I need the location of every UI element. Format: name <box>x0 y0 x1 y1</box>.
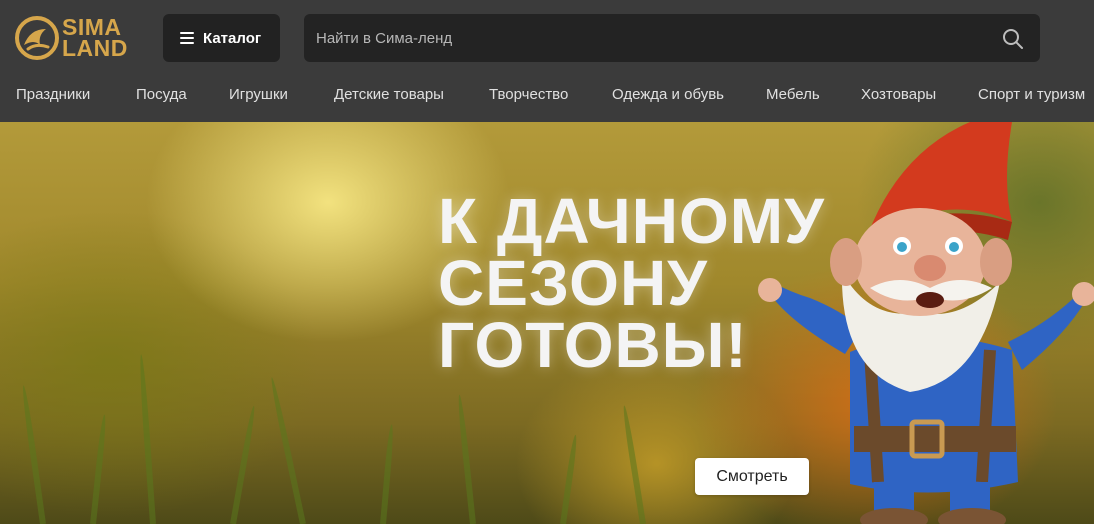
nav-item-tableware[interactable]: Посуда <box>136 86 187 103</box>
nav-item-holidays[interactable]: Праздники <box>16 86 90 103</box>
search-bar <box>304 14 1040 62</box>
logo-line-2: LAND <box>62 35 128 61</box>
search-input[interactable] <box>304 14 984 62</box>
search-icon[interactable] <box>1002 28 1024 50</box>
catalog-button[interactable]: Каталог <box>163 14 280 62</box>
nav-item-kids[interactable]: Детские товары <box>334 86 444 103</box>
site-header: SIMA LAND Каталог Праздники Посуда Игруш… <box>0 0 1094 122</box>
nav-item-sport[interactable]: Спорт и туризм <box>978 86 1085 103</box>
nav-item-toys[interactable]: Игрушки <box>229 86 288 103</box>
category-nav: Праздники Посуда Игрушки Детские товары … <box>0 80 1094 110</box>
sima-land-logo[interactable]: SIMA LAND <box>14 13 134 63</box>
logo-swirl-icon <box>15 16 59 60</box>
logo-text: SIMA LAND <box>62 15 128 61</box>
promo-banner[interactable]: К ДАЧНОМУ СЕЗОНУ ГОТОВЫ! Смотреть <box>0 122 1094 524</box>
view-button[interactable]: Смотреть <box>695 458 809 495</box>
menu-icon <box>180 32 194 44</box>
nav-item-crafts[interactable]: Творчество <box>489 86 568 103</box>
nav-item-household[interactable]: Хозтовары <box>861 86 936 103</box>
catalog-button-label: Каталог <box>203 29 262 47</box>
nav-item-furniture[interactable]: Мебель <box>766 86 820 103</box>
nav-item-clothing[interactable]: Одежда и обувь <box>612 86 724 103</box>
